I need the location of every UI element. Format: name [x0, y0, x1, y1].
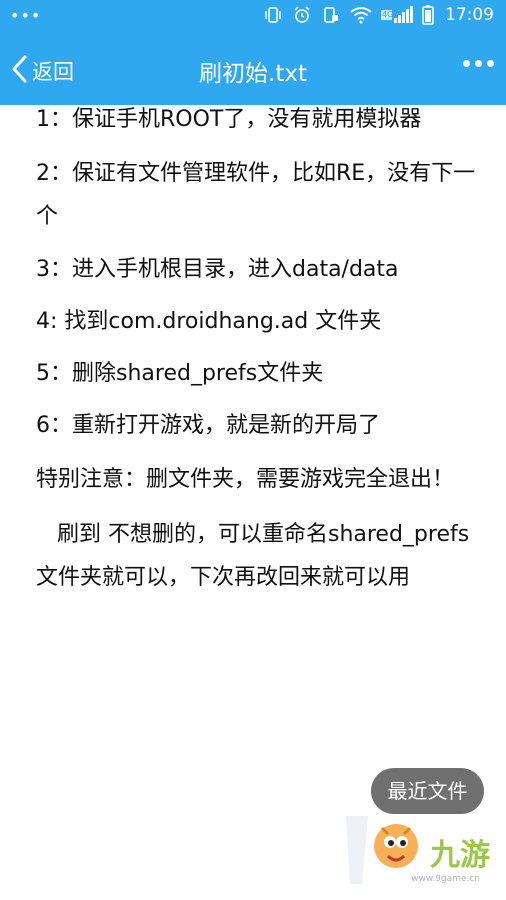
document-line: 刷到 不想删的，可以重命名shared_prefs文件夹就可以，下次再改回来就可… — [36, 522, 470, 590]
more-dot — [463, 60, 470, 67]
back-label: 返回 — [32, 60, 74, 84]
alarm-icon — [292, 5, 312, 25]
status-bar: ••• 4G 17:09 — [0, 0, 506, 36]
notification-dots: ••• — [10, 6, 42, 25]
document-line: 1：保证手机ROOT了，没有就用模拟器 — [36, 107, 422, 132]
status-time: 17:09 — [445, 5, 494, 25]
app-bar: 返回 刷初始.txt — [0, 36, 506, 105]
document-line: 4: 找到com.droidhang.ad 文件夹 — [36, 309, 382, 334]
wifi-icon — [350, 6, 372, 24]
document-line: 2：保证有文件管理软件，比如RE，没有下一个 — [36, 161, 476, 229]
more-dot — [475, 60, 482, 67]
page-title: 刷初始.txt — [199, 61, 307, 87]
status-icons: 4G 17:09 — [263, 5, 494, 25]
watermark-site: www.9game.cn — [411, 874, 480, 884]
more-options-button[interactable] — [463, 60, 494, 67]
document-line: 5：删除shared_prefs文件夹 — [36, 361, 324, 386]
document-line: 特别注意：删文件夹，需要游戏完全退出！ — [36, 467, 455, 492]
more-dot — [487, 60, 494, 67]
top-bar: ••• 4G 17:09 返回 刷初始.txt — [0, 0, 506, 105]
chevron-left-icon — [10, 54, 28, 88]
signal-4g-icon: 4G — [381, 6, 413, 24]
document-line: 3：进入手机根目录，进入data/data — [36, 257, 399, 282]
document-content: 1：保证手机ROOT了，没有就用模拟器 2：保证有文件管理软件，比如RE，没有下… — [36, 100, 476, 611]
watermark-logo: 九游 www.9game.cn — [338, 806, 498, 892]
watermark-brand: 九游 — [430, 838, 490, 873]
phone-data-icon — [321, 5, 341, 25]
battery-icon — [422, 5, 434, 25]
network-badge: 4G — [382, 10, 394, 19]
back-button[interactable]: 返回 — [10, 54, 74, 88]
document-line: 6：重新打开游戏，就是新的开局了 — [36, 413, 380, 438]
vibrate-icon — [263, 5, 283, 25]
